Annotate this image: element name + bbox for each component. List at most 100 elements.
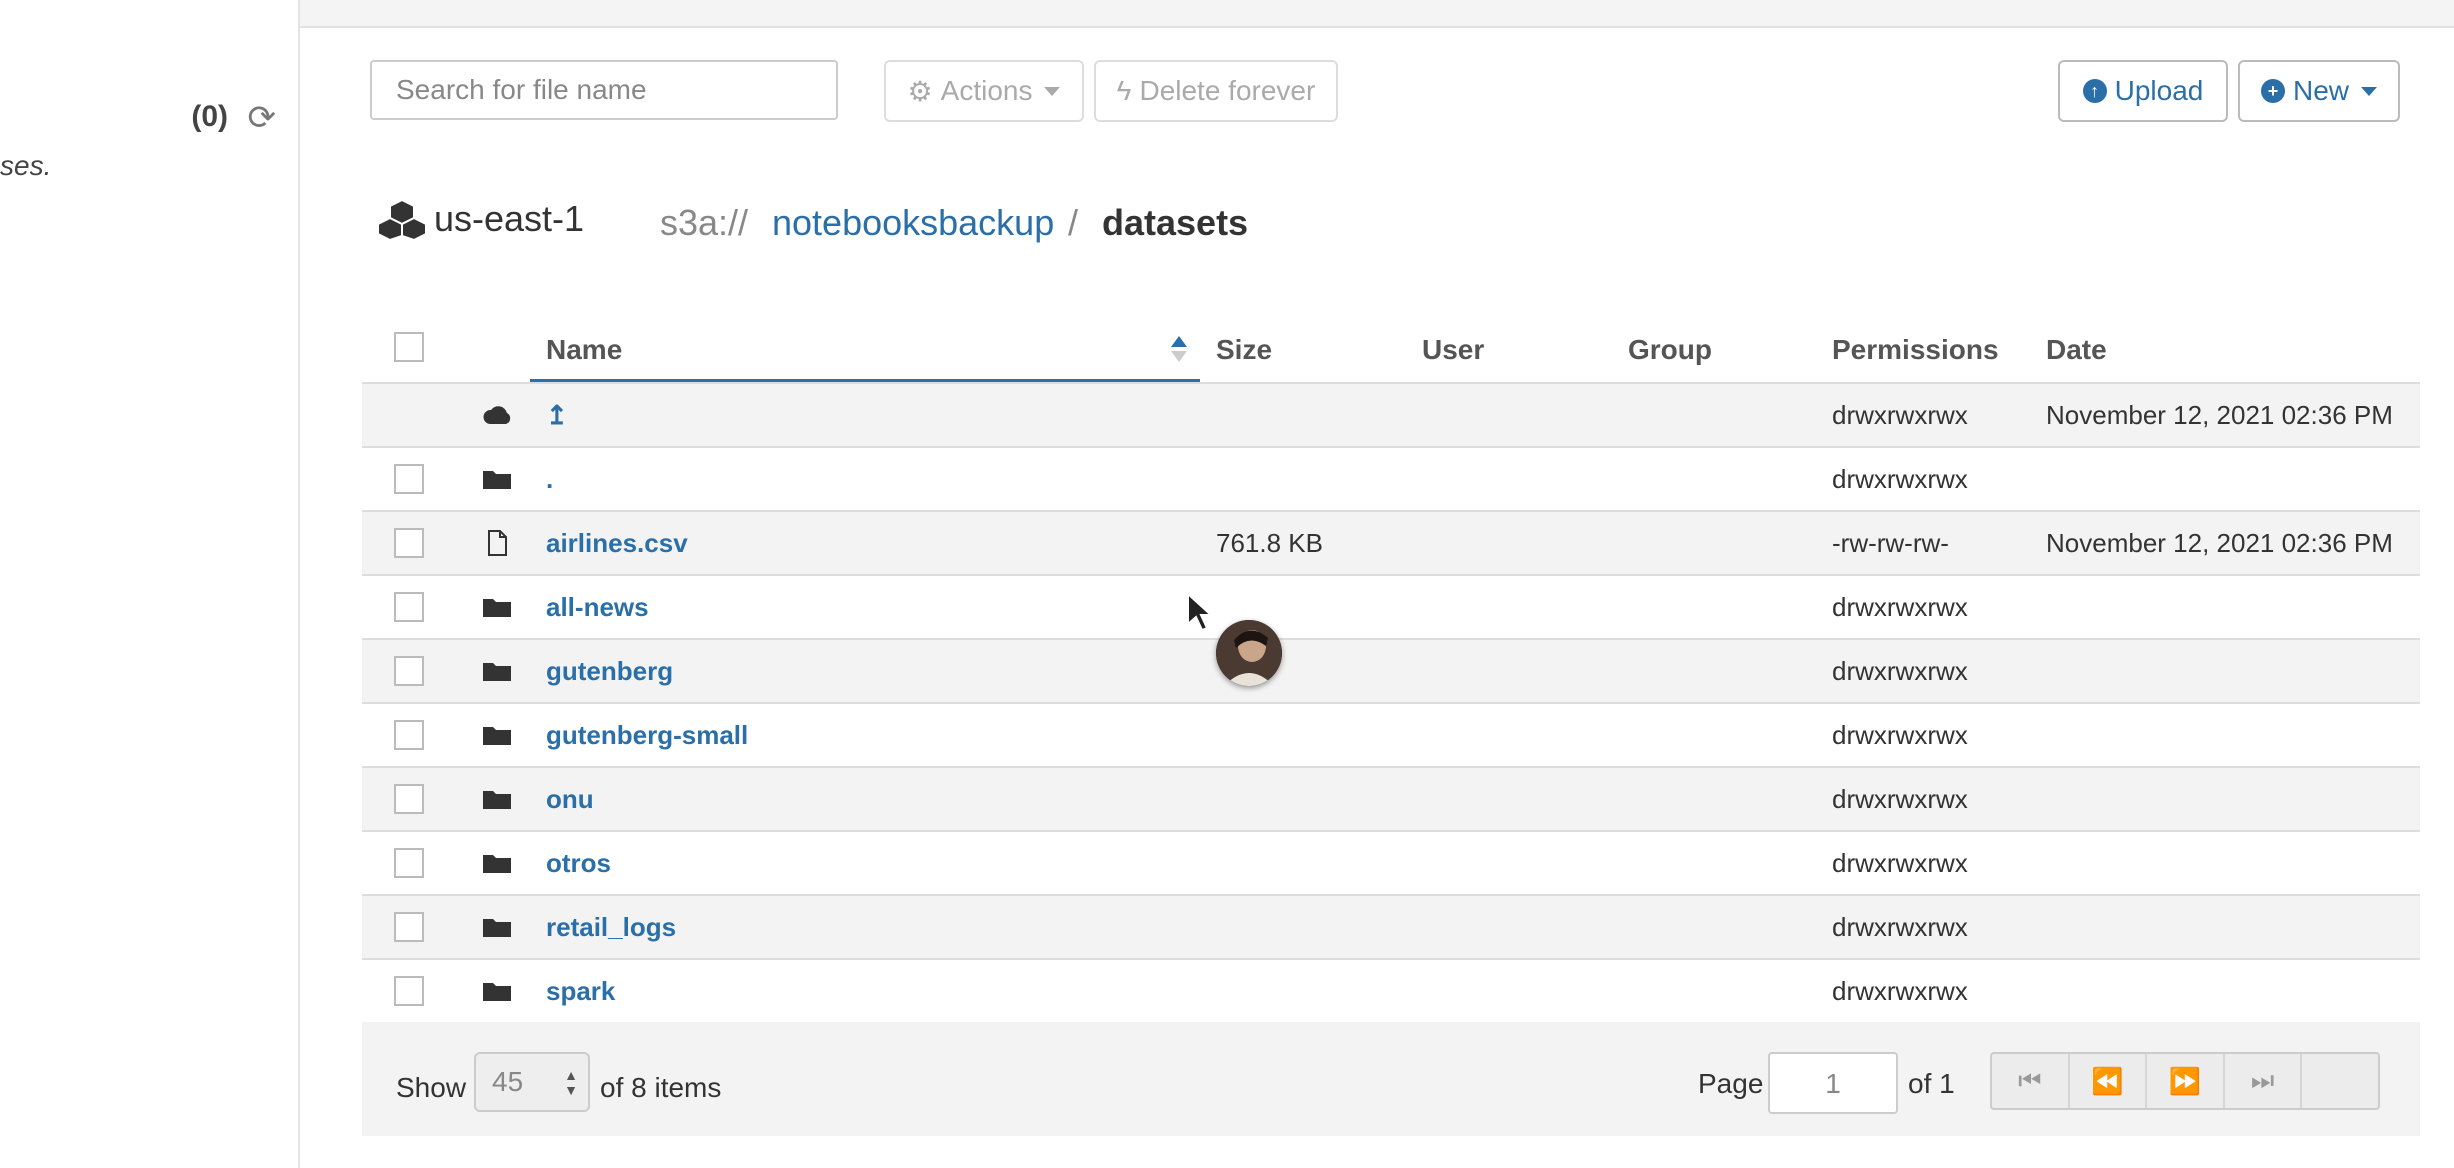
file-name-link[interactable]: spark	[546, 976, 615, 1007]
header-name[interactable]: Name	[546, 334, 622, 366]
folder-icon	[482, 722, 512, 748]
header-date[interactable]: Date	[2046, 334, 2107, 366]
mouse-cursor-icon	[1187, 592, 1214, 632]
breadcrumb-current-folder: datasets	[1102, 202, 1249, 243]
row-checkbox[interactable]	[394, 784, 424, 814]
file-permissions: drwxrwxrwx	[1832, 656, 1968, 686]
row-checkbox[interactable]	[394, 912, 424, 942]
table-row[interactable]: spark drwxrwxrwx	[362, 960, 2420, 1024]
row-checkbox[interactable]	[394, 848, 424, 878]
refresh-icon[interactable]: ⟳	[248, 98, 277, 138]
table-row[interactable]: airlines.csv 761.8 KB -rw-rw-rw- November 1…	[362, 512, 2420, 576]
file-permissions: drwxrwxrwx	[1832, 976, 1968, 1006]
search-input[interactable]	[370, 60, 838, 120]
job-count: (0)	[191, 100, 228, 133]
cloud-icon	[482, 402, 512, 428]
new-button[interactable]: + New	[2238, 60, 2400, 122]
folder-icon	[482, 978, 512, 1004]
sort-asc-icon[interactable]	[1170, 334, 1188, 364]
previous-page-icon[interactable]: ⏪	[2070, 1054, 2148, 1108]
row-checkbox[interactable]	[394, 592, 424, 622]
caret-down-icon	[2361, 86, 2377, 96]
actions-button[interactable]: ⚙ Actions	[884, 60, 1084, 122]
table-header: Name Size User Group Permissions Date	[362, 316, 2420, 384]
select-all-checkbox[interactable]	[394, 332, 424, 362]
folder-icon	[482, 786, 512, 812]
table-row[interactable]: ↥ drwxrwxrwx November 12, 2021 02:36 PM	[362, 384, 2420, 448]
file-name-link[interactable]: gutenberg	[546, 656, 673, 687]
delete-label: Delete forever	[1139, 75, 1316, 106]
table-row[interactable]: gutenberg-small drwxrwxrwx	[362, 704, 2420, 768]
file-name-link[interactable]: gutenberg-small	[546, 720, 748, 751]
sorted-column-indicator	[530, 379, 1200, 382]
file-name-link[interactable]: airlines.csv	[546, 528, 688, 559]
file-name-link[interactable]: all-news	[546, 592, 649, 623]
row-checkbox[interactable]	[394, 656, 424, 686]
folder-icon	[482, 658, 512, 684]
table-row[interactable]: otros drwxrwxrwx	[362, 832, 2420, 896]
plus-circle-icon: +	[2260, 79, 2285, 103]
bolt-icon: ϟ	[1116, 75, 1132, 106]
upload-icon: ↑	[2082, 79, 2107, 103]
updown-icon: ▲ ▼	[564, 1067, 578, 1098]
show-label: Show	[396, 1072, 467, 1103]
page-total: of 1	[1908, 1068, 1955, 1099]
page-number-input[interactable]: 1	[1768, 1052, 1898, 1114]
left-panel: (0) ⟳ ses.	[0, 0, 300, 1168]
header-size[interactable]: Size	[1216, 334, 1272, 366]
next-page-icon[interactable]: ⏩	[2147, 1054, 2225, 1108]
file-permissions: -rw-rw-rw-	[1832, 528, 1949, 558]
breadcrumb-scheme: s3a://	[660, 202, 749, 243]
pagination-buttons: ⏮ ⏪ ⏩ ⏭	[1990, 1052, 2380, 1110]
file-name-link[interactable]: .	[546, 464, 553, 495]
table-row[interactable]: gutenberg drwxrwxrwx	[362, 640, 2420, 704]
first-page-icon[interactable]: ⏮	[1992, 1054, 2070, 1108]
user-avatar[interactable]	[1216, 620, 1282, 686]
folder-icon	[482, 594, 512, 620]
file-icon	[482, 530, 512, 556]
header-group[interactable]: Group	[1628, 334, 1712, 366]
table-row[interactable]: . drwxrwxrwx	[362, 448, 2420, 512]
row-checkbox[interactable]	[394, 976, 424, 1006]
header-user[interactable]: User	[1422, 334, 1484, 366]
file-permissions: drwxrwxrwx	[1832, 592, 1968, 622]
file-permissions: drwxrwxrwx	[1832, 784, 1968, 814]
cubes-icon	[378, 198, 426, 240]
breadcrumb-bucket-link[interactable]: notebooksbackup	[772, 202, 1054, 244]
table-footer: Show 45 ▲ ▼ of 8 items Page 1 of 1 ⏮ ⏪ ⏩ …	[362, 1022, 2420, 1136]
left-panel-text: ses.	[0, 150, 52, 181]
row-checkbox[interactable]	[394, 720, 424, 750]
actions-label: Actions	[940, 75, 1033, 106]
file-date: November 12, 2021 02:36 PM	[2046, 400, 2393, 430]
avatar-image	[1216, 620, 1282, 686]
folder-icon	[482, 466, 512, 492]
file-date: November 12, 2021 02:36 PM	[2046, 528, 2393, 558]
file-permissions: drwxrwxrwx	[1832, 400, 1968, 430]
top-strip	[300, 0, 2454, 28]
row-checkbox[interactable]	[394, 464, 424, 494]
new-label: New	[2292, 75, 2349, 106]
header-permissions[interactable]: Permissions	[1832, 334, 1999, 366]
file-name-link[interactable]: ↥	[546, 400, 568, 431]
file-permissions: drwxrwxrwx	[1832, 848, 1968, 878]
upload-label: Upload	[2114, 75, 2204, 106]
file-size: 761.8 KB	[1216, 528, 1323, 558]
page-size-value: 45	[492, 1066, 524, 1097]
gear-icon: ⚙	[907, 75, 933, 107]
page-size-select[interactable]: 45 ▲ ▼	[474, 1052, 590, 1112]
table-body: ↥ drwxrwxrwx November 12, 2021 02:36 PM. dr…	[362, 384, 2420, 1024]
file-name-link[interactable]: otros	[546, 848, 611, 879]
table-row[interactable]: onu drwxrwxrwx	[362, 768, 2420, 832]
last-page-icon[interactable]: ⏭	[2225, 1054, 2303, 1108]
upload-button[interactable]: ↑ Upload	[2058, 60, 2228, 122]
table-row[interactable]: retail_logs drwxrwxrwx	[362, 896, 2420, 960]
file-name-link[interactable]: onu	[546, 784, 594, 815]
delete-forever-button[interactable]: ϟ Delete forever	[1094, 60, 1338, 122]
table-row[interactable]: all-news drwxrwxrwx	[362, 576, 2420, 640]
row-checkbox[interactable]	[394, 528, 424, 558]
file-name-link[interactable]: retail_logs	[546, 912, 676, 943]
page-label: Page	[1698, 1068, 1764, 1099]
folder-icon	[482, 914, 512, 940]
breadcrumb-separator: /	[1068, 202, 1079, 243]
file-table: Name Size User Group Permissions Date ↥ d…	[362, 316, 2420, 1024]
